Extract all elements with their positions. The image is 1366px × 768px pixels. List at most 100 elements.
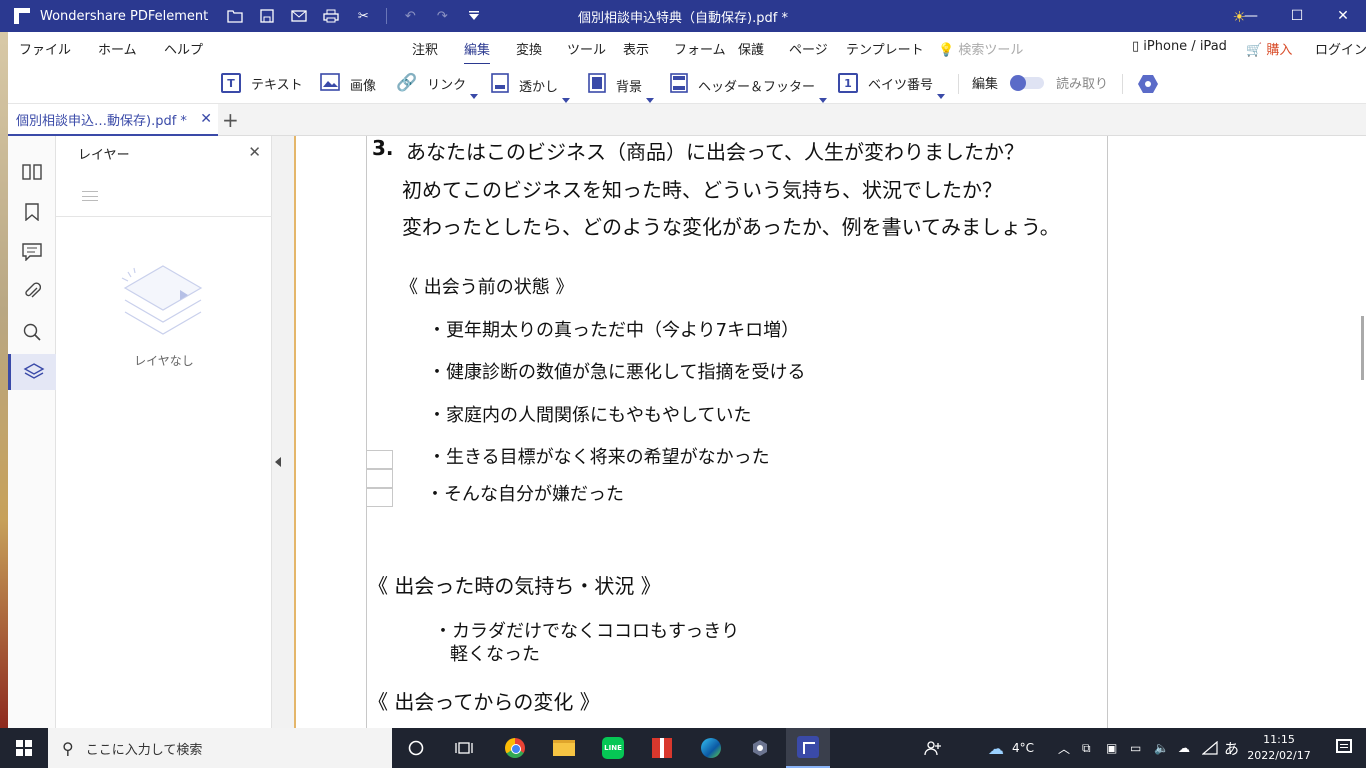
line-app-icon[interactable]: LINE bbox=[591, 728, 635, 768]
window-controls: — ☐ ✕ bbox=[1228, 0, 1366, 32]
people-icon[interactable] bbox=[924, 728, 942, 768]
watermark-dropdown-caret[interactable] bbox=[562, 98, 571, 103]
menu-form[interactable]: フォーム bbox=[674, 39, 726, 58]
question-line-2: 初めてこのビジネスを知った時、どういう気持ち、状況でしたか？ bbox=[402, 178, 1002, 202]
menu-edit[interactable]: 編集 bbox=[464, 39, 491, 65]
thumbnails-icon[interactable] bbox=[8, 154, 56, 190]
show-hidden-icons-chevron[interactable]: ︿ bbox=[1058, 728, 1070, 768]
battery-icon[interactable]: ▭ bbox=[1130, 728, 1141, 768]
search-icon: ⚲ bbox=[62, 738, 74, 758]
ime-indicator[interactable]: あ bbox=[1224, 728, 1239, 768]
background-dropdown-caret[interactable] bbox=[646, 98, 655, 103]
panel-title: レイヤー bbox=[78, 148, 130, 163]
comment-icon[interactable] bbox=[8, 234, 56, 270]
menu-home[interactable]: ホーム bbox=[98, 39, 137, 58]
undo-icon[interactable]: ↶ bbox=[401, 7, 419, 25]
taskbar-clock[interactable]: 11:15 2022/02/17 bbox=[1244, 732, 1314, 764]
bullet-item: ・更年期太りの真っただ中（今より7キロ増） bbox=[428, 320, 800, 341]
question-number: 3. bbox=[372, 136, 394, 160]
search-icon[interactable] bbox=[8, 314, 56, 350]
chrome-icon[interactable] bbox=[493, 728, 537, 768]
link-icon: 🔗 bbox=[396, 73, 418, 93]
menu-tools[interactable]: ツール bbox=[567, 39, 606, 58]
bates-number-button[interactable]: 1 ベイツ番号 bbox=[838, 73, 946, 99]
form-box bbox=[366, 450, 393, 469]
minimize-button[interactable]: — bbox=[1228, 0, 1274, 32]
start-button[interactable] bbox=[0, 728, 48, 768]
panel-close-icon[interactable]: ✕ bbox=[248, 143, 261, 161]
search-tools[interactable]: 💡 検索ツール bbox=[938, 39, 1023, 58]
link-dropdown-caret[interactable] bbox=[470, 94, 479, 99]
menu-annotate[interactable]: 注釈 bbox=[412, 39, 438, 58]
close-button[interactable]: ✕ bbox=[1320, 0, 1366, 32]
page-border bbox=[294, 136, 296, 728]
app-icon[interactable] bbox=[738, 728, 782, 768]
add-link-button[interactable]: 🔗 リンク bbox=[396, 73, 479, 99]
menu-protect[interactable]: 保護 bbox=[738, 39, 764, 58]
menu-file[interactable]: ファイル bbox=[19, 39, 71, 58]
bullet-item: ・そんな自分が嫌だった bbox=[426, 484, 624, 505]
new-tab-plus-icon[interactable]: + bbox=[222, 108, 239, 132]
section-heading-after: 《 出会ってからの変化 》 bbox=[368, 690, 600, 714]
scissors-icon[interactable]: ✂ bbox=[354, 7, 372, 25]
weather-widget[interactable]: ☁ 4°C bbox=[988, 728, 1034, 768]
login-button[interactable]: ログイン bbox=[1315, 39, 1366, 58]
pdfelement-taskbar-icon[interactable] bbox=[786, 728, 830, 768]
text-icon: T bbox=[221, 73, 241, 93]
cortana-icon[interactable] bbox=[394, 728, 438, 768]
header-footer-button[interactable]: ヘッダー＆フッター bbox=[670, 73, 828, 103]
save-icon[interactable] bbox=[258, 7, 276, 25]
panel-menu-icon[interactable] bbox=[82, 191, 98, 201]
notification-center-icon[interactable] bbox=[1336, 739, 1352, 753]
tray-app-icon[interactable]: ⧉ bbox=[1082, 728, 1091, 768]
redo-icon[interactable]: ↷ bbox=[433, 7, 451, 25]
wifi-icon[interactable] bbox=[1202, 728, 1218, 768]
watermark-icon bbox=[491, 73, 509, 97]
buy-button[interactable]: 🛒 購入 bbox=[1246, 39, 1292, 58]
onedrive-cloud-icon[interactable]: ☁ bbox=[1178, 728, 1190, 768]
taskbar-search-box[interactable]: ⚲ ここに入力して検索 bbox=[48, 728, 392, 768]
header-footer-dropdown-caret[interactable] bbox=[819, 98, 828, 103]
open-folder-icon[interactable] bbox=[226, 7, 244, 25]
mail-icon[interactable] bbox=[290, 7, 308, 25]
scrollbar-thumb[interactable] bbox=[1361, 316, 1364, 380]
form-box bbox=[366, 488, 393, 507]
maximize-button[interactable]: ☐ bbox=[1274, 0, 1320, 32]
bates-dropdown-caret[interactable] bbox=[937, 94, 946, 99]
add-image-button[interactable]: 画像 bbox=[320, 73, 376, 95]
gift-app-icon[interactable] bbox=[640, 728, 684, 768]
document-viewport[interactable]: 3. あなたはこのビジネス（商品）に出会って、人生が変わりましたか？ 初めてこの… bbox=[294, 136, 1366, 728]
task-view-icon[interactable] bbox=[442, 728, 486, 768]
windows-logo-icon bbox=[16, 740, 32, 756]
menu-template[interactable]: テンプレート bbox=[846, 39, 924, 58]
collapse-arrow-icon[interactable] bbox=[275, 457, 281, 467]
toolbar-separator bbox=[958, 74, 959, 94]
menu-convert[interactable]: 変換 bbox=[516, 39, 542, 58]
edge-browser-icon[interactable] bbox=[689, 728, 733, 768]
bookmark-icon[interactable] bbox=[8, 194, 56, 230]
customize-dropdown-icon[interactable] bbox=[465, 7, 483, 25]
title-bar: Wondershare PDFelement ✂ ↶ ↷ 個別相談申込特典（自動… bbox=[0, 0, 1366, 32]
toolbar-separator bbox=[386, 8, 388, 24]
layers-icon[interactable] bbox=[8, 354, 56, 390]
menu-page[interactable]: ページ bbox=[789, 39, 828, 58]
add-text-button[interactable]: T テキスト bbox=[221, 73, 303, 93]
menu-help[interactable]: ヘルプ bbox=[164, 39, 203, 58]
layers-panel: レイヤー ✕ レイヤなし bbox=[56, 136, 272, 728]
tray-display-icon[interactable]: ▣ bbox=[1106, 728, 1117, 768]
ocr-hexagon-icon[interactable] bbox=[1138, 75, 1158, 93]
background-button[interactable]: 背景 bbox=[588, 73, 655, 103]
tab-close-icon[interactable]: ✕ bbox=[200, 111, 212, 127]
print-icon[interactable] bbox=[322, 7, 340, 25]
edit-read-toggle[interactable] bbox=[1010, 74, 1045, 91]
attachment-icon[interactable] bbox=[8, 274, 56, 310]
volume-icon[interactable]: 🔈 bbox=[1154, 728, 1169, 768]
panel-collapse-strip[interactable] bbox=[272, 136, 294, 728]
file-explorer-icon[interactable] bbox=[542, 728, 586, 768]
form-box bbox=[366, 469, 393, 488]
iphone-ipad-link[interactable]: ▯ iPhone / iPad bbox=[1132, 39, 1227, 54]
menu-view[interactable]: 表示 bbox=[623, 39, 649, 58]
watermark-button[interactable]: 透かし bbox=[491, 73, 571, 103]
bates-number-icon: 1 bbox=[838, 73, 858, 93]
document-tab[interactable]: 個別相談申込…動保存).pdf * ✕ bbox=[8, 104, 218, 136]
